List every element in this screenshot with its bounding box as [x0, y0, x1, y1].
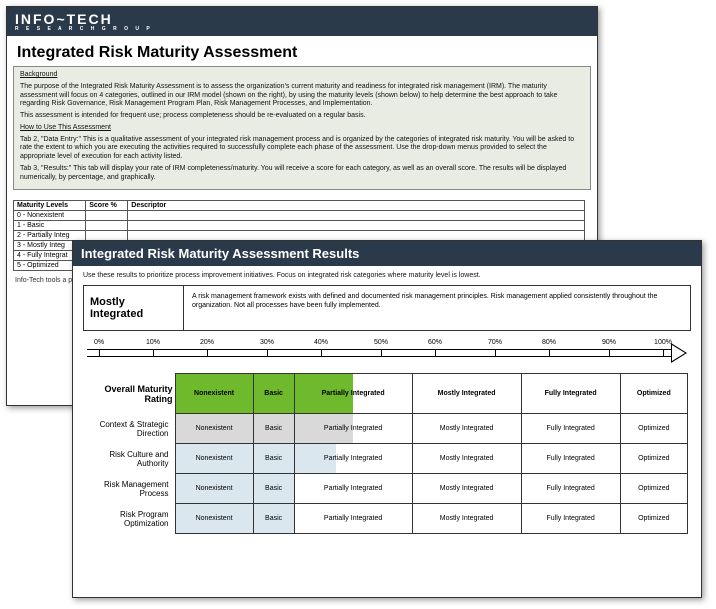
tick-label: 90% [602, 339, 616, 346]
background-paragraph: This assessment is intended for frequent… [20, 112, 584, 121]
cell: Mostly Integrated [412, 414, 521, 444]
table-row: Risk Management Process Nonexistent Basi… [83, 474, 688, 504]
cell: Nonexistent [175, 414, 253, 444]
cell: Fully Integrated [521, 414, 620, 444]
cell: Partially Integrated [294, 444, 412, 474]
cell: Nonexistent [175, 504, 253, 534]
cell: Basic [253, 504, 294, 534]
cell: Mostly Integrated [412, 444, 521, 474]
table-row: Risk Culture and Authority Nonexistent B… [83, 444, 688, 474]
ml-cell: 1 - Basic [14, 221, 86, 231]
background-paragraph: The purpose of the Integrated Risk Matur… [20, 83, 584, 109]
cell: Basic [253, 444, 294, 474]
results-title-bar: Integrated Risk Maturity Assessment Resu… [73, 241, 701, 266]
tick-label: 40% [314, 339, 328, 346]
cell: Nonexistent [175, 474, 253, 504]
percent-scale: 0% 10% 20% 30% 40% 50% 60% 70% 80% 90% 1… [87, 339, 687, 365]
row-label: Risk Culture and Authority [83, 444, 175, 474]
table-row: Context & Strategic Direction Nonexisten… [83, 414, 688, 444]
hdr-cell: Partially Integrated [294, 374, 412, 414]
summary-level: Mostly Integrated [84, 286, 184, 330]
tick-label: 0% [94, 339, 104, 346]
page-title: Integrated Risk Maturity Assessment [17, 44, 587, 62]
ml-header: Score % [86, 201, 128, 211]
cell: Partially Integrated [294, 414, 412, 444]
cell: Fully Integrated [521, 474, 620, 504]
background-box: Background The purpose of the Integrated… [13, 66, 591, 190]
cell: Fully Integrated [521, 504, 620, 534]
table-header-row: Overall Maturity Rating Nonexistent Basi… [83, 374, 688, 414]
howto-paragraph: Tab 3, "Results:" This tab will display … [20, 165, 584, 183]
hdr-cell: Mostly Integrated [412, 374, 521, 414]
cell: Optimized [620, 444, 687, 474]
tick-label: 20% [200, 339, 214, 346]
tick-label: 100% [654, 339, 672, 346]
howto-paragraph: Tab 2, "Data Entry:" This is a qualitati… [20, 136, 584, 162]
tick-label: 60% [428, 339, 442, 346]
tick-label: 50% [374, 339, 388, 346]
hdr-cell: Nonexistent [175, 374, 253, 414]
ml-header: Maturity Levels [14, 201, 86, 211]
assessment-results-document: Integrated Risk Maturity Assessment Resu… [72, 240, 702, 598]
hdr-cell: Optimized [620, 374, 687, 414]
overall-rating-label: Overall Maturity Rating [83, 374, 175, 414]
background-heading: Background [20, 71, 57, 78]
results-subtext: Use these results to prioritize process … [73, 266, 701, 285]
cell: Mostly Integrated [412, 474, 521, 504]
howto-heading: How to Use This Assessment [20, 124, 111, 131]
brand-bar: INFO~TECH R E S E A R C H G R O U P [7, 7, 597, 36]
cell: Optimized [620, 414, 687, 444]
cell: Partially Integrated [294, 474, 412, 504]
summary-box: Mostly Integrated A risk management fram… [83, 285, 691, 331]
brand-name: INFO~TECH [15, 11, 113, 27]
tick-label: 80% [542, 339, 556, 346]
cell: Basic [253, 474, 294, 504]
brand-subtitle: R E S E A R C H G R O U P [15, 26, 589, 32]
ml-header: Descriptor [128, 201, 585, 211]
cell: Basic [253, 414, 294, 444]
hdr-cell: Fully Integrated [521, 374, 620, 414]
cell: Fully Integrated [521, 444, 620, 474]
cell: Optimized [620, 504, 687, 534]
tick-label: 70% [488, 339, 502, 346]
summary-description: A risk management framework exists with … [184, 286, 690, 330]
cell: Partially Integrated [294, 504, 412, 534]
arrow-right-icon [671, 343, 687, 363]
cell: Optimized [620, 474, 687, 504]
maturity-rating-table: Overall Maturity Rating Nonexistent Basi… [83, 373, 688, 534]
cell: Nonexistent [175, 444, 253, 474]
row-label: Context & Strategic Direction [83, 414, 175, 444]
hdr-cell: Basic [253, 374, 294, 414]
row-label: Risk Management Process [83, 474, 175, 504]
tick-label: 30% [260, 339, 274, 346]
ml-cell: 0 - Nonexistent [14, 211, 86, 221]
row-label: Risk Program Optimization [83, 504, 175, 534]
cell: Mostly Integrated [412, 504, 521, 534]
table-row: Risk Program Optimization Nonexistent Ba… [83, 504, 688, 534]
tick-label: 10% [146, 339, 160, 346]
